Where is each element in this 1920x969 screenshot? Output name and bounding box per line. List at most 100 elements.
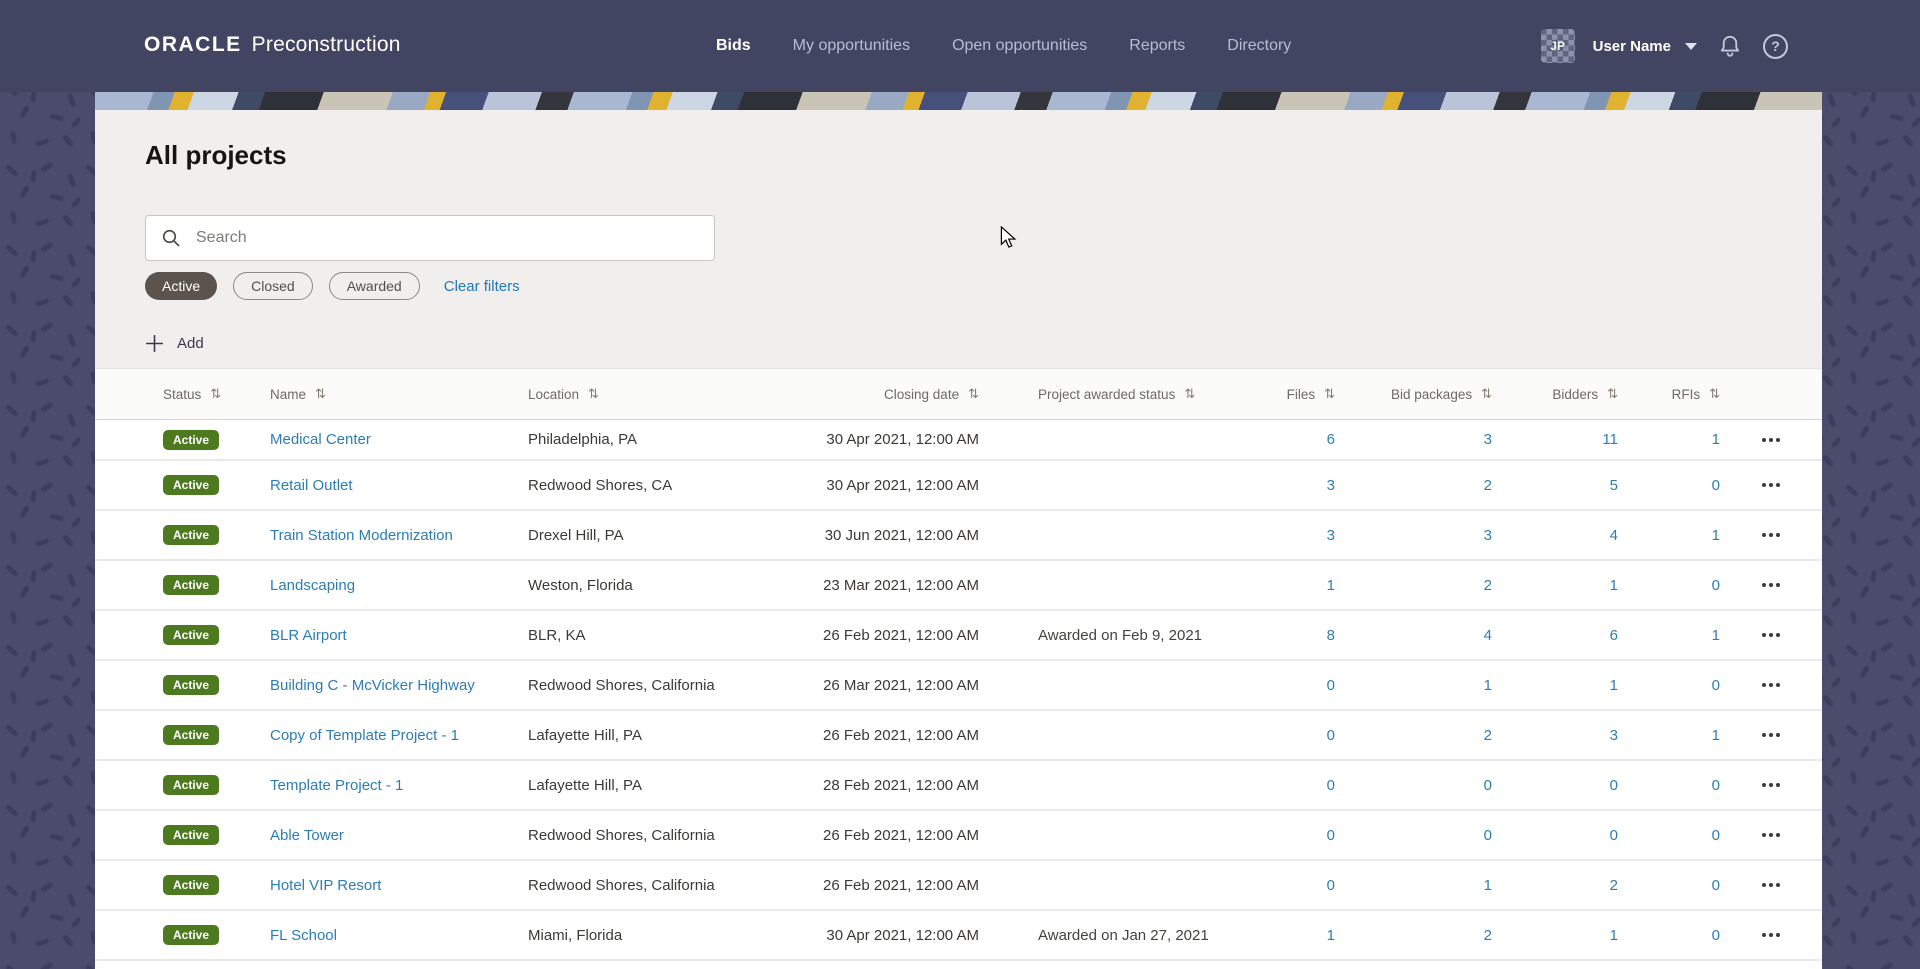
- bid-packages-count-link[interactable]: 2: [1484, 477, 1492, 494]
- column-header-files[interactable]: Files ⇅: [1235, 387, 1335, 402]
- files-count-link[interactable]: 3: [1327, 527, 1335, 544]
- row-actions-menu[interactable]: [1762, 483, 1780, 487]
- bidders-count-link[interactable]: 6: [1610, 627, 1618, 644]
- column-header-closing-date[interactable]: Closing date ⇅: [815, 387, 979, 402]
- row-actions-menu[interactable]: [1762, 833, 1780, 837]
- row-actions-menu[interactable]: [1762, 783, 1780, 787]
- files-count-link[interactable]: 0: [1327, 877, 1335, 894]
- files-count-link[interactable]: 3: [1327, 477, 1335, 494]
- bidders-count-link[interactable]: 0: [1610, 827, 1618, 844]
- brand-logo: ORACLE Preconstruction: [144, 0, 401, 92]
- location-cell: Lafayette Hill, PA: [528, 726, 642, 744]
- column-header-name[interactable]: Name ⇅: [270, 387, 528, 402]
- bidders-count-link[interactable]: 2: [1610, 877, 1618, 894]
- clear-filters-link[interactable]: Clear filters: [444, 278, 520, 295]
- project-name-link[interactable]: Landscaping: [270, 577, 355, 594]
- column-header-location[interactable]: Location ⇅: [528, 387, 815, 402]
- user-cluster: JP User Name ?: [1540, 0, 1788, 92]
- bid-packages-count-link[interactable]: 2: [1484, 577, 1492, 594]
- location-cell: Redwood Shores, California: [528, 876, 715, 894]
- column-header-rfis[interactable]: RFIs ⇅: [1618, 387, 1720, 402]
- bid-packages-count-link[interactable]: 3: [1484, 431, 1492, 448]
- help-icon[interactable]: ?: [1763, 33, 1788, 59]
- rfis-count-link[interactable]: 0: [1712, 577, 1720, 594]
- column-header-status[interactable]: Status ⇅: [163, 387, 270, 402]
- bid-packages-count-link[interactable]: 1: [1484, 677, 1492, 694]
- bidders-count-link[interactable]: 1: [1610, 577, 1618, 594]
- rfis-count-link[interactable]: 0: [1712, 777, 1720, 794]
- search-input[interactable]: [194, 228, 699, 248]
- row-actions-menu[interactable]: [1762, 633, 1780, 637]
- project-name-link[interactable]: Hotel VIP Resort: [270, 877, 381, 894]
- project-name-link[interactable]: FL School: [270, 927, 337, 944]
- files-count-link[interactable]: 8: [1327, 627, 1335, 644]
- row-actions-menu[interactable]: [1762, 437, 1780, 442]
- files-count-link[interactable]: 0: [1327, 777, 1335, 794]
- project-name-link[interactable]: Template Project - 1: [270, 777, 403, 794]
- bid-packages-count-link[interactable]: 4: [1484, 627, 1492, 644]
- project-name-link[interactable]: Copy of Template Project - 1: [270, 727, 459, 744]
- files-count-link[interactable]: 1: [1327, 927, 1335, 944]
- filter-chip-awarded[interactable]: Awarded: [328, 272, 420, 300]
- rfis-count-link[interactable]: 1: [1712, 527, 1720, 544]
- files-count-link[interactable]: 0: [1327, 827, 1335, 844]
- row-actions-menu[interactable]: [1762, 733, 1780, 737]
- rfis-count-link[interactable]: 1: [1712, 431, 1720, 448]
- project-name-link[interactable]: Able Tower: [270, 827, 344, 844]
- row-actions-menu[interactable]: [1762, 933, 1780, 937]
- bidders-count-link[interactable]: 3: [1610, 727, 1618, 744]
- project-name-link[interactable]: Medical Center: [270, 431, 371, 448]
- avatar[interactable]: JP: [1540, 29, 1575, 63]
- nav-open-opportunities[interactable]: Open opportunities: [952, 37, 1087, 55]
- files-count-link[interactable]: 0: [1327, 727, 1335, 744]
- filter-chip-active[interactable]: Active: [145, 272, 218, 300]
- table-row: Active Medical Center Philadelphia, PA 3…: [95, 420, 1822, 461]
- bid-packages-count-link[interactable]: 2: [1484, 927, 1492, 944]
- row-actions-menu[interactable]: [1762, 883, 1780, 887]
- rfis-count-link[interactable]: 0: [1712, 477, 1720, 494]
- bid-packages-count-link[interactable]: 2: [1484, 727, 1492, 744]
- rfis-count-link[interactable]: 0: [1712, 677, 1720, 694]
- nav-bids[interactable]: Bids: [716, 37, 751, 55]
- rfis-count-link[interactable]: 0: [1712, 927, 1720, 944]
- sort-icon: ⇅: [1607, 386, 1618, 402]
- add-button[interactable]: Add: [145, 330, 204, 356]
- filter-chip-closed[interactable]: Closed: [233, 272, 313, 300]
- sort-icon: ⇅: [1481, 386, 1492, 402]
- project-name-link[interactable]: Train Station Modernization: [270, 527, 453, 544]
- nav-my-opportunities[interactable]: My opportunities: [793, 37, 910, 55]
- bid-packages-count-link[interactable]: 1: [1484, 877, 1492, 894]
- table-body: Active Medical Center Philadelphia, PA 3…: [95, 420, 1822, 961]
- notifications-bell-icon[interactable]: [1717, 33, 1743, 59]
- project-name-link[interactable]: Retail Outlet: [270, 477, 353, 494]
- column-header-project-awarded-status[interactable]: Project awarded status ⇅: [1038, 387, 1235, 402]
- row-actions-menu[interactable]: [1762, 583, 1780, 587]
- rfis-count-link[interactable]: 0: [1712, 827, 1720, 844]
- files-count-link[interactable]: 1: [1327, 577, 1335, 594]
- closing-date-cell: 26 Mar 2021, 12:00 AM: [823, 676, 979, 694]
- project-name-link[interactable]: Building C - McVicker Highway: [270, 677, 475, 694]
- nav-directory[interactable]: Directory: [1227, 37, 1291, 55]
- files-count-link[interactable]: 6: [1327, 431, 1335, 448]
- nav-reports[interactable]: Reports: [1129, 37, 1185, 55]
- project-name-link[interactable]: BLR Airport: [270, 627, 347, 644]
- rfis-count-link[interactable]: 1: [1712, 727, 1720, 744]
- bidders-count-link[interactable]: 11: [1602, 431, 1618, 448]
- bid-packages-count-link[interactable]: 0: [1484, 777, 1492, 794]
- bidders-count-link[interactable]: 5: [1610, 477, 1618, 494]
- bid-packages-count-link[interactable]: 0: [1484, 827, 1492, 844]
- row-actions-menu[interactable]: [1762, 683, 1780, 687]
- rfis-count-link[interactable]: 1: [1712, 627, 1720, 644]
- rfis-count-link[interactable]: 0: [1712, 877, 1720, 894]
- user-name[interactable]: User Name: [1593, 38, 1671, 55]
- column-header-bidders[interactable]: Bidders ⇅: [1492, 387, 1618, 402]
- files-count-link[interactable]: 0: [1327, 677, 1335, 694]
- bidders-count-link[interactable]: 0: [1610, 777, 1618, 794]
- bid-packages-count-link[interactable]: 3: [1484, 527, 1492, 544]
- bidders-count-link[interactable]: 1: [1610, 677, 1618, 694]
- bidders-count-link[interactable]: 1: [1610, 927, 1618, 944]
- location-cell: Weston, Florida: [528, 576, 633, 594]
- bidders-count-link[interactable]: 4: [1610, 527, 1618, 544]
- column-header-bid-packages[interactable]: Bid packages ⇅: [1335, 387, 1492, 402]
- row-actions-menu[interactable]: [1762, 533, 1780, 537]
